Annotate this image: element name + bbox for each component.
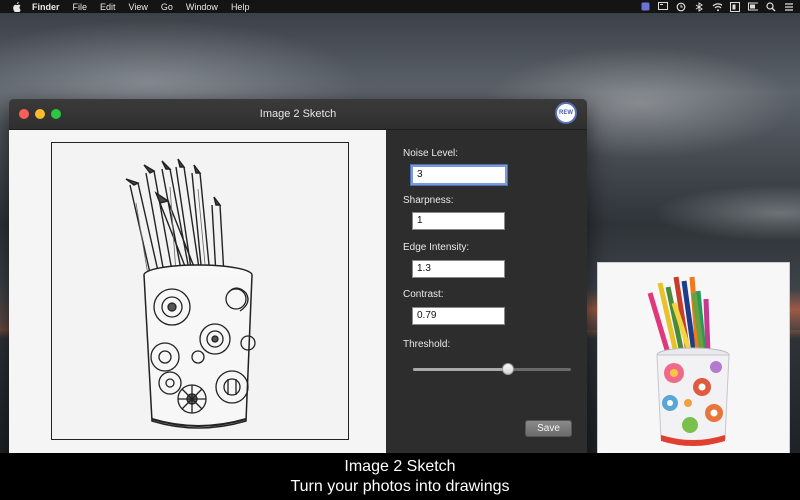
pencil-cup-sketch-image (52, 143, 348, 439)
apple-icon[interactable] (11, 1, 22, 12)
battery-icon[interactable] (748, 2, 758, 11)
menu-view[interactable]: View (129, 2, 148, 12)
sketch-preview[interactable] (51, 142, 349, 440)
menu-window[interactable]: Window (186, 2, 218, 12)
menu-status-area (640, 1, 794, 12)
notification-badge-icon[interactable] (640, 2, 650, 11)
save-button[interactable]: Save (525, 420, 572, 437)
display-icon[interactable] (658, 2, 668, 11)
threshold-label: Threshold: (403, 339, 451, 350)
contrast-label: Contrast: (403, 289, 444, 300)
bluetooth-icon[interactable] (694, 1, 704, 12)
menu-edit[interactable]: Edit (100, 2, 116, 12)
noise-level-input[interactable]: 3 (411, 165, 507, 185)
contrast-input[interactable]: 0.79 (412, 307, 505, 325)
menu-go[interactable]: Go (161, 2, 173, 12)
noise-level-label: Noise Level: (403, 148, 459, 159)
window-title: Image 2 Sketch (259, 108, 337, 120)
caption-title: Image 2 Sketch (344, 458, 456, 475)
menu-help[interactable]: Help (231, 2, 250, 12)
menu-file[interactable]: File (73, 2, 88, 12)
caption-bar: Image 2 Sketch Turn your photos into dra… (0, 453, 800, 500)
edge-intensity-input[interactable]: 1.3 (412, 260, 505, 278)
time-machine-icon[interactable] (676, 2, 686, 11)
wifi-icon[interactable] (712, 2, 722, 11)
spotlight-icon[interactable] (766, 1, 776, 11)
threshold-slider-fill (413, 368, 508, 371)
controls-panel: Noise Level: 3 Sharpness: 1 Edge Intensi… (386, 130, 587, 459)
title-bar[interactable]: Image 2 Sketch REW (9, 99, 587, 130)
threshold-slider[interactable] (413, 363, 571, 375)
image-pane (9, 130, 386, 459)
caption-subtitle: Turn your photos into drawings (290, 478, 510, 495)
threshold-slider-knob[interactable] (501, 363, 514, 375)
pencil-cup-photo-image (598, 263, 789, 453)
menu-bar: Finder File Edit View Go Window Help (0, 0, 800, 13)
app-window: Image 2 Sketch REW Noise Level: 3 Sharpn… (9, 99, 587, 459)
input-source-icon[interactable] (730, 1, 740, 12)
sharpness-label: Sharpness: (403, 195, 454, 206)
edge-intensity-label: Edge Intensity: (403, 242, 470, 253)
original-photo-preview (597, 262, 790, 454)
menu-app-name[interactable]: Finder (32, 2, 60, 12)
rew-badge-icon[interactable]: REW (555, 102, 577, 124)
notification-center-icon[interactable] (784, 2, 794, 11)
sharpness-input[interactable]: 1 (412, 212, 505, 230)
